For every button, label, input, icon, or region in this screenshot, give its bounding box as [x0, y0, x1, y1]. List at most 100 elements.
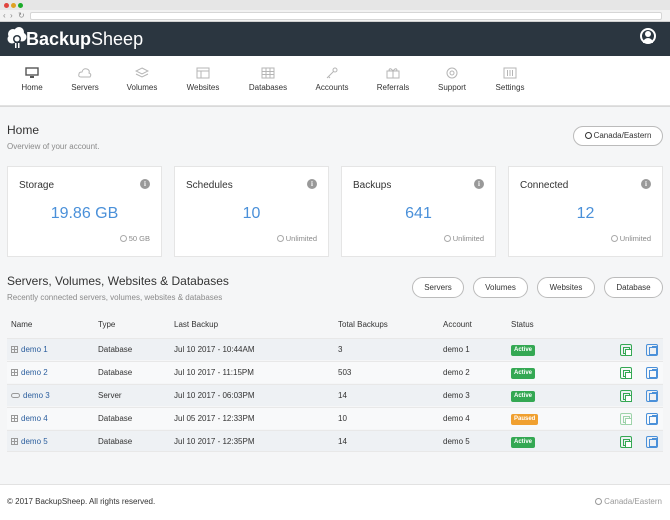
nav-item-referrals[interactable]: Referrals — [371, 56, 415, 106]
row-name-link[interactable]: demo 5 — [11, 431, 48, 453]
copy-icon[interactable] — [620, 436, 632, 448]
column-header-last-backup[interactable]: Last Backup — [174, 320, 218, 329]
nav-item-websites[interactable]: Websites — [181, 56, 225, 106]
column-header-type[interactable]: Type — [98, 320, 115, 329]
row-last-backup: Jul 10 2017 - 11:15PM — [174, 368, 254, 377]
clock-icon — [584, 132, 592, 139]
nav-label: Websites — [186, 83, 220, 92]
nav-item-servers[interactable]: Servers — [63, 56, 107, 106]
column-header-status[interactable]: Status — [511, 320, 534, 329]
sliders-icon — [503, 67, 517, 79]
row-account: demo 1 — [443, 345, 470, 354]
section-subtitle: Recently connected servers, volumes, web… — [7, 293, 223, 302]
row-total-backups: 503 — [338, 368, 352, 377]
row-name-link[interactable]: demo 2 — [11, 362, 48, 384]
card-foot-label: Unlimited — [619, 234, 651, 243]
filter-database-button[interactable]: Database — [604, 277, 663, 298]
nav-item-databases[interactable]: Databases — [244, 56, 292, 106]
info-icon[interactable]: i — [641, 179, 651, 189]
row-name-link[interactable]: demo 1 — [11, 339, 48, 361]
row-account: demo 5 — [443, 437, 470, 446]
column-header-name[interactable]: Name — [11, 320, 32, 329]
footer-timezone-label: Canada/Eastern — [604, 497, 662, 506]
nav-label: Support — [437, 83, 467, 92]
database-icon — [11, 438, 18, 445]
limit-icon — [610, 235, 618, 242]
row-type: Server — [98, 391, 122, 400]
section-title: Servers, Volumes, Websites & Databases — [7, 274, 229, 288]
open-link-icon[interactable] — [646, 413, 658, 425]
brand-name[interactable]: BackupSheep — [26, 28, 143, 50]
row-total-backups: 3 — [338, 345, 343, 354]
status-badge: Paused — [511, 414, 539, 425]
user-account-icon[interactable] — [640, 28, 656, 44]
row-account: demo 4 — [443, 414, 470, 423]
gift-icon — [386, 67, 400, 79]
nav-label: Home — [21, 83, 43, 92]
row-total-backups: 10 — [338, 414, 347, 423]
card-value: 12 — [576, 205, 595, 222]
row-account: demo 3 — [443, 391, 470, 400]
row-name-link[interactable]: demo 4 — [11, 408, 48, 430]
nav-label: Servers — [71, 83, 99, 92]
card-foot-label: 50 GB — [128, 234, 150, 243]
row-type: Database — [98, 368, 133, 377]
row-last-backup: Jul 10 2017 - 12:35PM — [174, 437, 255, 446]
nav-item-support[interactable]: Support — [430, 56, 474, 106]
maximize-window-dot[interactable] — [18, 3, 23, 8]
filter-servers-button[interactable]: Servers — [412, 277, 464, 298]
database-icon — [11, 415, 18, 422]
column-header-account[interactable]: Account — [443, 320, 472, 329]
nav-item-accounts[interactable]: Accounts — [310, 56, 354, 106]
back-icon[interactable]: ‹ — [3, 10, 6, 22]
timezone-button[interactable]: Canada/Eastern — [573, 126, 663, 146]
open-link-icon[interactable] — [646, 344, 658, 356]
nav-item-settings[interactable]: Settings — [488, 56, 532, 106]
reload-icon[interactable]: ↻ — [18, 10, 25, 22]
limit-icon — [443, 235, 451, 242]
open-link-icon[interactable] — [646, 367, 658, 379]
close-window-dot[interactable] — [4, 3, 9, 8]
database-icon — [11, 346, 18, 353]
info-icon[interactable]: i — [140, 179, 150, 189]
schedules-card: Schedules i 10 Unlimited — [174, 166, 329, 257]
nav-item-volumes[interactable]: Volumes — [120, 56, 164, 106]
card-foot: 50 GB — [119, 234, 150, 243]
copy-icon[interactable] — [620, 367, 632, 379]
footer-timezone: Canada/Eastern — [595, 497, 662, 506]
copyright-text: © 2017 BackupSheep. All rights reserved. — [7, 497, 156, 506]
row-type: Database — [98, 345, 133, 354]
column-header-total-backups[interactable]: Total Backups — [338, 320, 388, 329]
copy-icon[interactable] — [620, 390, 632, 402]
card-title: Schedules — [186, 180, 233, 191]
nav-item-home[interactable]: Home — [13, 56, 51, 106]
row-last-backup: Jul 10 2017 - 10:44AM — [174, 345, 255, 354]
filter-volumes-button[interactable]: Volumes — [473, 277, 528, 298]
page-title: Home — [7, 123, 40, 137]
key-icon — [325, 67, 339, 79]
card-foot: Unlimited — [443, 234, 484, 243]
forward-icon[interactable]: › — [10, 10, 13, 22]
open-link-icon[interactable] — [646, 390, 658, 402]
limit-icon — [119, 235, 127, 242]
row-name-link[interactable]: demo 3 — [11, 385, 50, 407]
row-last-backup: Jul 05 2017 - 12:33PM — [174, 414, 255, 423]
card-foot-label: Unlimited — [452, 234, 484, 243]
row-last-backup: Jul 10 2017 - 06:03PM — [174, 391, 255, 400]
row-type: Database — [98, 414, 133, 423]
card-title: Connected — [520, 180, 569, 191]
nav-label: Volumes — [126, 83, 158, 92]
copy-icon[interactable] — [620, 413, 632, 425]
info-icon[interactable]: i — [307, 179, 317, 189]
status-badge: Active — [511, 368, 536, 379]
table-row: demo 5 Database Jul 10 2017 - 12:35PM 14… — [7, 430, 663, 452]
card-foot: Unlimited — [276, 234, 317, 243]
filter-websites-button[interactable]: Websites — [537, 277, 595, 298]
storage-card: Storage i 19.86 GB 50 GB — [7, 166, 162, 257]
limit-icon — [276, 235, 284, 242]
copy-icon[interactable] — [620, 344, 632, 356]
open-link-icon[interactable] — [646, 436, 658, 448]
address-bar[interactable] — [30, 12, 662, 20]
minimize-window-dot[interactable] — [11, 3, 16, 8]
info-icon[interactable]: i — [474, 179, 484, 189]
